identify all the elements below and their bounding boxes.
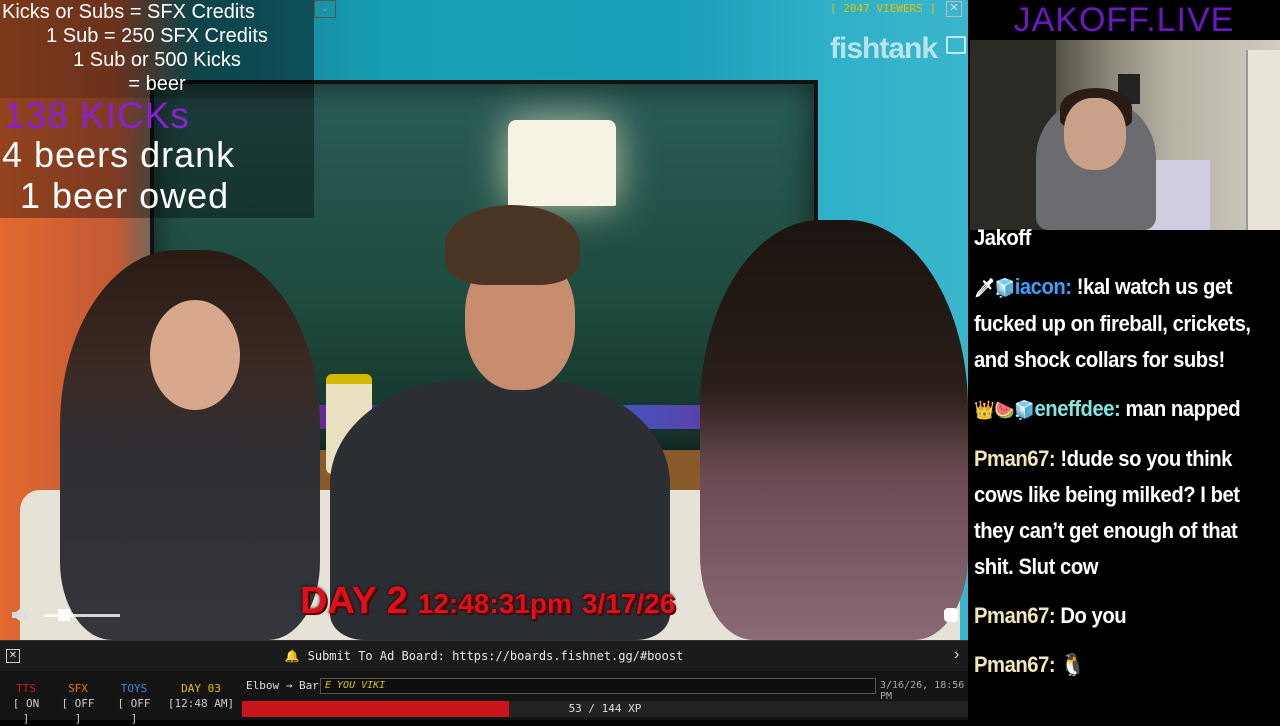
volume-slider-track[interactable] — [44, 614, 120, 617]
day-clock-value: [12:48 AM] — [167, 697, 235, 710]
chat-message: 🗡🧊iacon: !kal watch us get fucked up on … — [974, 269, 1254, 378]
xp-text: 53 / 144 XP — [568, 702, 642, 715]
chat-badge-icon: 👑🍉🧊 — [974, 400, 1035, 420]
credits-title: Kicks or Subs = SFX Credits — [2, 1, 255, 23]
webcam-feed — [970, 40, 1280, 230]
lamp — [508, 120, 616, 206]
close-icon[interactable]: ✕ — [946, 1, 962, 17]
tts-toggle[interactable]: TTS [ ON ] — [8, 681, 44, 726]
chat-message: Jakoff — [974, 220, 1254, 256]
toys-label: TOYS — [120, 682, 148, 695]
chat-username[interactable]: Pman67: — [974, 446, 1056, 471]
viewer-count: [ 2047 VIEWERS ] — [830, 2, 936, 15]
chat-log: Jakoff 🗡🧊iacon: !kal watch us get fucked … — [974, 225, 1254, 696]
arrow-right-icon: → — [285, 679, 293, 692]
kicks-count: 138 KICKs — [4, 95, 190, 136]
day-clock-label: DAY 03 — [181, 682, 221, 695]
chat-badge-icon: 🗡🧊 — [974, 278, 1015, 298]
date-label: 3/17/26 — [581, 588, 676, 619]
sfx-value: [ OFF ] — [61, 697, 95, 725]
chat-username[interactable]: iacon: — [1015, 274, 1072, 299]
chat-message: Pman67: 🐧 — [974, 647, 1254, 683]
ad-board-message[interactable]: 🔔 Submit To Ad Board: https://boards.fish… — [0, 649, 968, 663]
person-center-hair — [445, 205, 580, 285]
toys-toggle[interactable]: TOYS [ OFF ] — [112, 681, 156, 726]
time-label: 12:48:31pm — [417, 588, 572, 619]
route-from: Elbow — [246, 679, 280, 692]
day-label: DAY 2 — [300, 580, 408, 622]
status-bar: TTS [ ON ] SFX [ OFF ] TOYS [ OFF ] DAY … — [0, 671, 968, 725]
streamer-head — [1064, 98, 1126, 170]
credits-line-2: 1 Sub or 500 Kicks — [73, 49, 241, 71]
bell-icon: 🔔 — [284, 649, 300, 663]
chat-message: 👑🍉🧊eneffdee: man napped — [974, 391, 1254, 428]
toys-value: [ OFF ] — [117, 697, 151, 725]
volume-icon[interactable] — [10, 605, 28, 625]
chat-username[interactable]: Pman67: — [974, 603, 1056, 628]
tts-value: [ ON ] — [12, 697, 40, 725]
chat-message: Pman67: Do you — [974, 598, 1254, 634]
volume-slider-handle[interactable] — [58, 609, 70, 621]
chat-text: 🐧 — [1060, 652, 1086, 677]
chat-text: Do you — [1060, 603, 1127, 628]
door — [1246, 50, 1280, 230]
person-left-face — [150, 300, 240, 410]
chat-username[interactable]: eneffdee: — [1034, 396, 1120, 421]
chat-message: Pman67: !dude so you think cows like bei… — [974, 441, 1254, 585]
day-timestamp: DAY 2 12:48:31pm 3/17/26 — [300, 580, 675, 623]
chat-text: man napped — [1125, 396, 1241, 421]
beer-counter-panel: 138 KICKs 4 beers drank 1 beer owed — [0, 95, 314, 218]
chat-username[interactable]: Pman67: — [974, 652, 1056, 677]
credits-line-3: = beer — [128, 73, 186, 95]
credits-line-1: 1 Sub = 250 SFX Credits — [46, 25, 268, 47]
status-timestamp: 3/16/26, 18:56 PM — [880, 680, 965, 702]
status-chat-input[interactable]: E YOU VIKI — [320, 678, 876, 694]
sfx-toggle[interactable]: SFX [ OFF ] — [56, 681, 100, 726]
sfx-credits-panel: Kicks or Subs = SFX Credits 1 Sub = 250 … — [0, 0, 314, 98]
beer-owed: 1 beer owed — [20, 175, 230, 216]
sfx-label: SFX — [68, 682, 88, 695]
chat-text: Jakoff — [974, 225, 1031, 250]
xp-bar: 53 / 144 XP — [242, 701, 968, 717]
day-clock: DAY 03 [12:48 AM] — [166, 681, 236, 711]
tts-label: TTS — [16, 682, 36, 695]
fullscreen-icon[interactable] — [946, 36, 966, 54]
route-to: Bar — [299, 679, 319, 692]
fishtank-logo: fishtank — [830, 32, 938, 65]
person-right — [700, 220, 968, 640]
ad-board-bar: ✕ 🔔 Submit To Ad Board: https://boards.fi… — [0, 640, 968, 671]
brand-title: JAKOFF.LIVE — [1013, 1, 1235, 39]
record-icon[interactable] — [944, 608, 958, 622]
ad-board-text: Submit To Ad Board: https://boards.fishn… — [307, 649, 684, 663]
chevron-right-icon[interactable]: › — [954, 646, 959, 664]
right-panel: JAKOFF.LIVE Jakoff 🗡🧊iacon: !kal watch us… — [968, 0, 1280, 720]
beers-drank: 4 beers drank — [2, 134, 236, 175]
camera-select-dropdown[interactable]: ⌄ — [314, 0, 336, 18]
location-route: Elbow → Bar — [246, 679, 319, 692]
